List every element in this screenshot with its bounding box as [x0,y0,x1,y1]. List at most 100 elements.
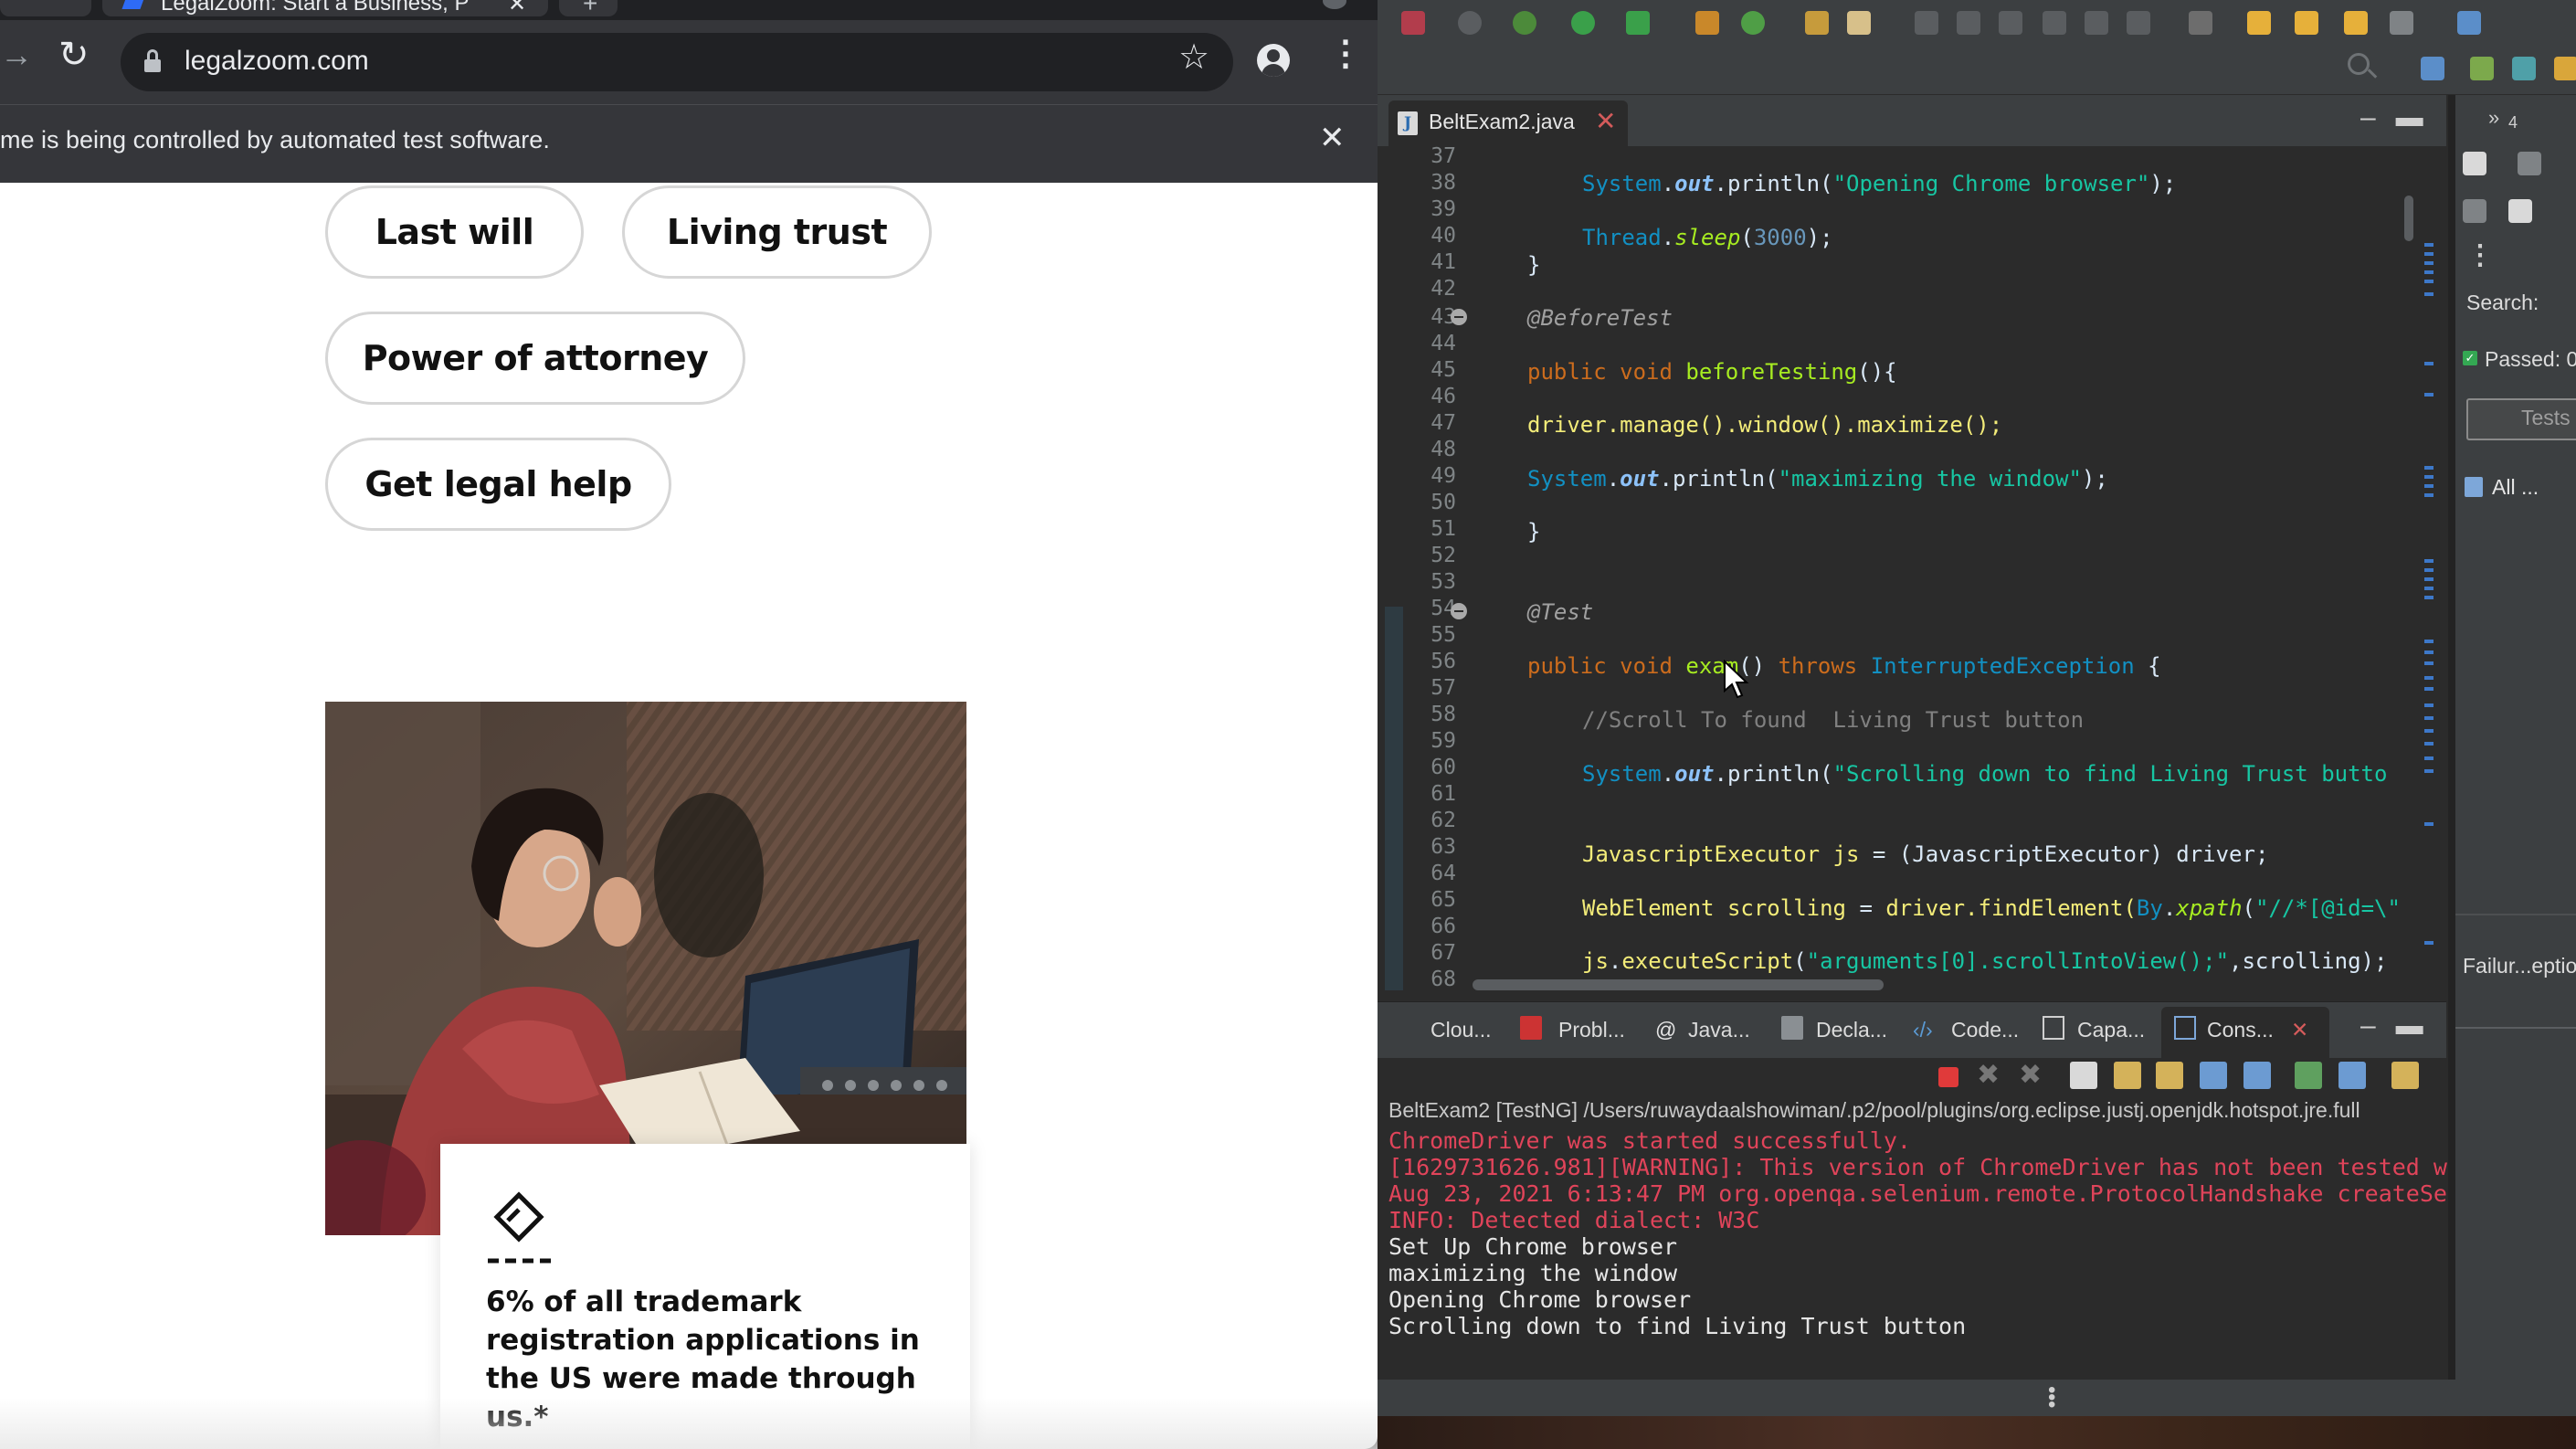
lock-icon[interactable] [144,49,161,73]
forward-arrow-icon[interactable]: → [0,38,33,71]
overview-ruler-mark[interactable] [2424,729,2433,733]
remove-launch-icon[interactable]: ✖ [1977,1062,2004,1089]
panel-rerun-icon[interactable] [2463,199,2486,223]
overview-ruler-mark[interactable] [2424,941,2433,945]
kebab-menu-icon[interactable]: ⋮ [1328,37,1363,71]
toggle-icon-4[interactable] [2043,11,2066,35]
panel-doc-icon[interactable] [2463,152,2486,175]
code-line-49[interactable]: System.out.println("maximizing the windo… [1527,466,2108,492]
code-line-54[interactable]: @Test [1527,599,1593,625]
last-will-button[interactable]: Last will [325,185,584,279]
panel-history-icon[interactable] [2508,199,2532,223]
panel-menu-icon[interactable]: ⋮ [2466,239,2494,271]
close-icon[interactable]: ✕ [2291,1018,2308,1042]
editor-scroll-thumb[interactable] [2404,196,2413,241]
all-tests-item[interactable]: All ... [2492,475,2539,500]
close-icon[interactable]: ✕ [1595,106,1616,136]
prev-annotation-icon[interactable] [2189,11,2212,35]
overview-ruler-mark[interactable] [2424,559,2433,563]
cloud-icon[interactable] [1458,11,1482,35]
editor-horizontal-scrollbar[interactable] [1473,979,1884,990]
last-edit-icon[interactable] [2247,11,2271,35]
back-arrow-icon[interactable] [2295,11,2318,35]
new-java-project-icon[interactable] [1695,11,1719,35]
show-on-output-icon[interactable] [2200,1062,2227,1089]
overview-ruler-mark[interactable] [2424,261,2433,265]
overview-ruler-mark[interactable] [2424,493,2433,497]
search-tool-icon[interactable] [1847,11,1871,35]
overview-ruler-mark[interactable] [2424,587,2433,590]
next-annotation-icon[interactable] [2127,11,2150,35]
chevron-more-icon[interactable]: » [2488,106,2499,130]
history-back-icon[interactable] [2344,11,2368,35]
overview-ruler-mark[interactable] [2424,716,2433,720]
overview-ruler-mark[interactable] [2424,362,2433,365]
java-perspective-icon[interactable] [2421,57,2444,80]
overview-ruler-mark[interactable] [2424,292,2433,296]
panel-separator[interactable] [2448,95,2455,1380]
code-line-63[interactable]: JavascriptExecutor js = (JavascriptExecu… [1582,841,2268,867]
paragraph-icon[interactable] [2085,11,2108,35]
code-line-56[interactable]: public void exam() throws InterruptedExc… [1527,653,2161,679]
bookmark-star-icon[interactable]: ☆ [1178,40,1209,75]
new-tab-icon[interactable]: + [583,0,597,18]
toggle-icon-3[interactable] [1999,11,2022,35]
code-line-65[interactable]: WebElement scrolling = driver.findElemen… [1582,895,2401,921]
living-trust-button[interactable]: Living trust [622,185,932,279]
scroll-lock-icon[interactable] [2114,1062,2141,1089]
account-avatar-icon[interactable] [1257,44,1290,77]
overview-ruler-mark[interactable] [2424,568,2433,572]
overview-ruler-mark[interactable] [2424,475,2433,479]
forward-arrow-ide-icon[interactable] [2390,11,2413,35]
overview-ruler-mark[interactable] [2424,252,2433,256]
tab-declaration[interactable]: Decla... [1816,1018,1887,1042]
overview-ruler-mark[interactable] [2424,676,2433,680]
other-perspective-icon[interactable] [2554,57,2576,80]
overview-ruler-mark[interactable] [2424,640,2433,643]
reload-icon[interactable]: ↻ [58,37,90,73]
debug-bug-icon[interactable] [1513,11,1536,35]
code-line-58[interactable]: //Scroll To found Living Trust button [1582,707,2084,733]
resize-grip-icon[interactable]: • • • [2048,1380,2055,1416]
overview-ruler-mark[interactable] [2424,742,2433,746]
url-text[interactable]: legalzoom.com [185,46,369,77]
code-line-60[interactable]: System.out.println("Scrolling down to fi… [1582,761,2387,787]
overview-ruler-mark[interactable] [2424,703,2433,707]
pin-console-icon[interactable] [2295,1062,2322,1089]
tab-cloud[interactable]: Clou... [1431,1018,1491,1042]
infobar-close-icon[interactable]: ✕ [1319,122,1346,153]
overview-ruler-mark[interactable] [2424,484,2433,488]
open-perspective-icon[interactable] [2457,11,2481,35]
toggle-icon-2[interactable] [1957,11,1980,35]
tests-tab-label[interactable]: Tests [2521,406,2571,430]
remove-all-icon[interactable]: ✖ [2019,1062,2046,1089]
overview-ruler-mark[interactable] [2424,393,2433,397]
overview-ruler-mark[interactable] [2424,769,2433,773]
overview-ruler-mark[interactable] [2424,650,2433,654]
get-legal-help-button[interactable]: Get legal help [325,438,671,531]
open-folder-icon[interactable] [1805,11,1829,35]
code-line-47[interactable]: driver.manage().window().maximize(); [1527,412,2002,438]
run-coverage-icon[interactable] [1626,11,1650,35]
overview-ruler-mark[interactable] [2424,577,2433,581]
run-icon[interactable] [1571,11,1595,35]
overview-ruler-mark[interactable] [2424,596,2433,599]
editor-tab-label[interactable]: BeltExam2.java [1429,110,1575,134]
power-of-attorney-button[interactable]: Power of attorney [325,312,745,405]
open-console-icon[interactable] [2391,1062,2419,1089]
minimize-maximize-icon[interactable]: ‒▬ [2360,1010,2444,1042]
code-line-40[interactable]: Thread.sleep(3000); [1582,225,1833,250]
git-perspective-icon[interactable] [2512,57,2536,80]
panel-down-arrow-icon[interactable] [2518,152,2541,175]
overview-ruler-mark[interactable] [2424,243,2433,247]
code-line-38[interactable]: System.out.println("Opening Chrome brows… [1582,171,2176,196]
show-on-error-icon[interactable] [2243,1062,2271,1089]
code-line-51[interactable]: } [1527,519,1540,545]
overview-ruler-mark[interactable] [2424,661,2433,665]
code-line-43[interactable]: @BeforeTest [1527,305,1673,331]
overview-ruler-mark[interactable] [2424,822,2433,826]
overview-ruler-mark[interactable] [2424,270,2433,274]
display-console-icon[interactable] [2338,1062,2366,1089]
word-wrap-icon[interactable] [2156,1062,2183,1089]
toggle-icon-1[interactable] [1915,11,1938,35]
